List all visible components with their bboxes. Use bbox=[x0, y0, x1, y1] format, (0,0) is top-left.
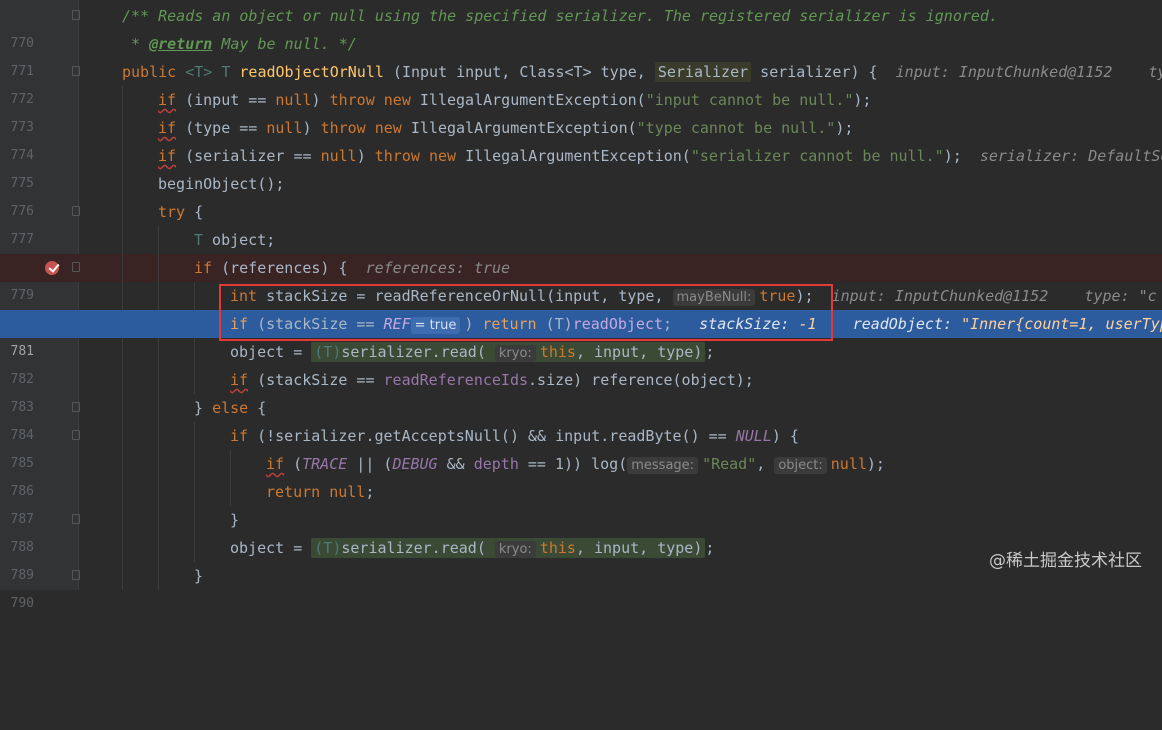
code-line[interactable]: 784 } else { bbox=[0, 394, 1162, 443]
debug-inline-value: serializer: DefaultSe bbox=[979, 147, 1162, 165]
debug-inline-value: input: InputChunked@1152 bbox=[831, 287, 1049, 305]
parameter-hint: object: bbox=[774, 457, 827, 474]
fold-icon[interactable] bbox=[72, 206, 80, 216]
fold-icon[interactable] bbox=[72, 570, 80, 580]
debug-inline-value: type: "c bbox=[1084, 287, 1157, 305]
debug-inline-value: references: true bbox=[365, 259, 511, 277]
fold-icon[interactable] bbox=[72, 402, 80, 412]
code-line-breakpoint[interactable]: 779 if (references) { references: true bbox=[0, 254, 1162, 303]
line-number: 790 bbox=[10, 596, 34, 611]
code-line[interactable]: 770 /** Reads an object or null using th… bbox=[0, 2, 1162, 51]
method-name[interactable]: readObjectOrNull bbox=[239, 63, 384, 81]
code-line[interactable]: 783 if (stackSize == readReferenceIds.si… bbox=[0, 366, 1162, 415]
watermark: @稀土掘金技术社区 bbox=[989, 551, 1142, 571]
doc-comment: /** Reads an object or null using the sp… bbox=[122, 7, 998, 25]
code-line[interactable]: 790 } bbox=[0, 562, 1162, 611]
code-line[interactable]: 772 public <T> T readObjectOrNull (Input… bbox=[0, 58, 1162, 107]
code-line[interactable]: 775 if (serializer == null) throw new Il… bbox=[0, 142, 1162, 191]
code-line[interactable]: 776 beginObject(); bbox=[0, 170, 1162, 219]
parameter-hint: kryo: bbox=[494, 541, 536, 558]
fold-icon[interactable] bbox=[72, 262, 80, 272]
parameter-hint: message: bbox=[627, 457, 699, 474]
fold-icon[interactable] bbox=[72, 514, 80, 524]
parameter-hint: kryo: bbox=[494, 345, 536, 362]
code-line[interactable]: 773 if (input == null) throw new Illegal… bbox=[0, 86, 1162, 135]
code-line[interactable]: 786 if (TRACE || (DEBUG && depth == 1)) … bbox=[0, 450, 1162, 499]
highlight-annotation-box bbox=[219, 284, 833, 341]
code-editor[interactable]: 770 /** Reads an object or null using th… bbox=[0, 0, 1162, 611]
debug-inline-value: typ bbox=[1148, 63, 1162, 81]
code-line[interactable]: 788 } bbox=[0, 506, 1162, 555]
debug-inline-value: input: InputChunked@1152 bbox=[895, 63, 1113, 81]
fold-icon[interactable] bbox=[72, 430, 80, 440]
code-line[interactable]: 778 T object; bbox=[0, 226, 1162, 275]
code-line[interactable]: 789 object = (T)serializer.read( kryo: th… bbox=[0, 534, 1162, 583]
code-line[interactable]: 774 if (type == null) throw new IllegalA… bbox=[0, 114, 1162, 163]
fold-icon[interactable] bbox=[72, 10, 80, 20]
breakpoint-icon[interactable] bbox=[45, 261, 59, 275]
code-line[interactable]: 777 try { bbox=[0, 198, 1162, 247]
code-line[interactable]: 785 if (!serializer.getAcceptsNull() && … bbox=[0, 422, 1162, 471]
doc-return-tag: @return bbox=[149, 35, 213, 53]
code-line[interactable]: 782 object = (T)serializer.read( kryo: th… bbox=[0, 338, 1162, 387]
code-line[interactable]: 787 return null; bbox=[0, 478, 1162, 527]
debug-inline-value: readObject: bbox=[852, 315, 962, 333]
fold-icon[interactable] bbox=[72, 66, 80, 76]
code-line[interactable]: 771 * @return May be null. */ bbox=[0, 30, 1162, 79]
